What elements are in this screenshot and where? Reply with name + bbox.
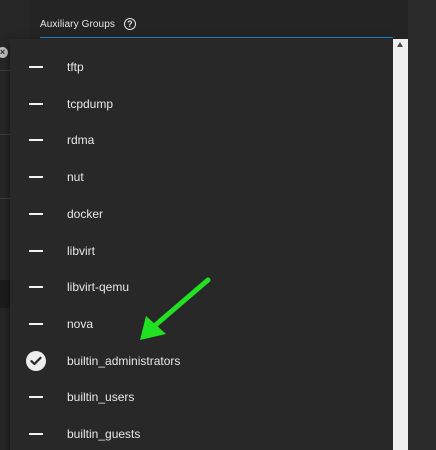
option-builtin-users[interactable]: builtin_users xyxy=(10,379,393,415)
option-builtin-guests[interactable]: builtin_guests xyxy=(10,416,393,450)
unchecked-dash-icon xyxy=(26,130,46,150)
option-label: nut xyxy=(67,170,84,185)
unchecked-dash-icon xyxy=(26,94,46,114)
unchecked-dash-icon xyxy=(26,314,46,334)
option-nut[interactable]: nut xyxy=(10,159,393,195)
option-tcpdump[interactable]: tcpdump xyxy=(10,86,393,122)
scroll-up-icon[interactable] xyxy=(397,42,403,47)
option-rdma[interactable]: rdma xyxy=(10,122,393,158)
scrollbar-thumb[interactable] xyxy=(395,53,406,450)
unchecked-dash-icon xyxy=(26,57,46,77)
option-label: builtin_users xyxy=(67,390,135,405)
option-label: nova xyxy=(67,316,94,331)
option-label: docker xyxy=(67,206,104,221)
option-libvirt[interactable]: libvirt xyxy=(10,233,393,269)
field-label: Auxiliary Groups ? xyxy=(40,16,136,32)
unchecked-dash-icon xyxy=(26,241,46,261)
unchecked-dash-icon xyxy=(26,424,46,444)
option-label: tftp xyxy=(67,60,84,74)
option-label: tcpdump xyxy=(67,96,114,111)
unchecked-dash-icon xyxy=(26,387,46,407)
background-gutter xyxy=(408,0,436,450)
option-label: libvirt-qemu xyxy=(67,280,130,295)
option-docker[interactable]: docker xyxy=(10,196,393,232)
unchecked-dash-icon xyxy=(26,167,46,187)
field-underline xyxy=(40,37,393,38)
checked-circle-icon xyxy=(26,350,46,371)
unchecked-dash-icon xyxy=(26,277,46,297)
help-circle-icon[interactable]: ? xyxy=(123,18,136,30)
option-tftp[interactable]: tftp xyxy=(10,49,393,85)
unchecked-dash-icon xyxy=(26,204,46,224)
auxiliary-groups-label: Auxiliary Groups xyxy=(40,18,115,30)
option-label: builtin_guests xyxy=(67,427,141,441)
screen: × Auxiliary Groups ? tftp tcpdump rdma nut d… xyxy=(0,0,436,450)
annotation-arrow-icon xyxy=(140,277,211,340)
option-label: builtin_administrators xyxy=(67,353,181,368)
option-label: rdma xyxy=(67,133,95,148)
dropdown-scrollbar[interactable] xyxy=(393,39,408,450)
option-label: libvirt xyxy=(67,243,96,258)
clear-chip-icon[interactable]: × xyxy=(0,47,8,58)
